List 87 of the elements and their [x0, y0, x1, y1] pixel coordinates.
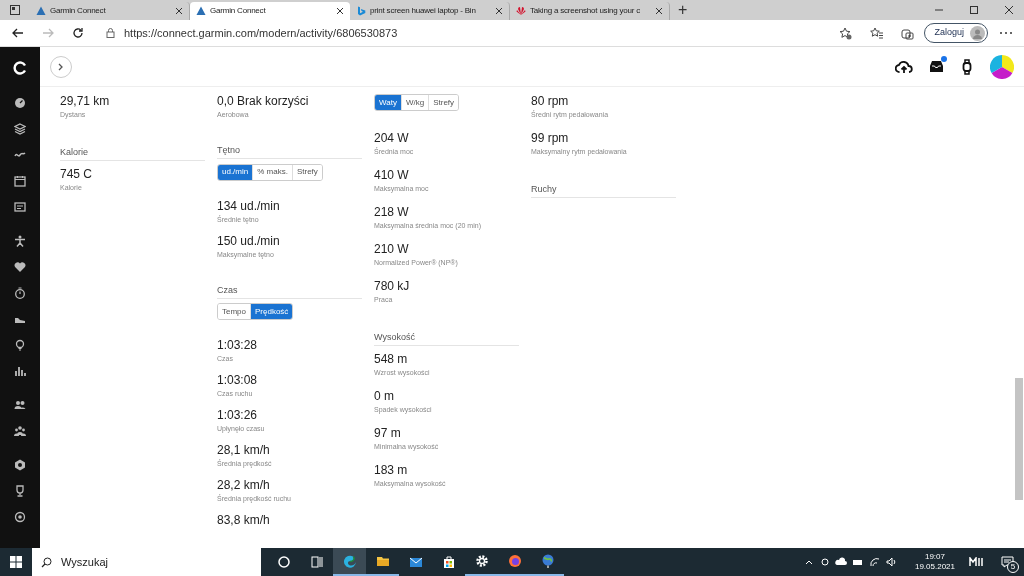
edge-icon[interactable] — [333, 548, 366, 576]
toggle-button[interactable]: Strefy — [291, 164, 322, 180]
stat-value: 204 W — [374, 131, 410, 145]
browser-tab[interactable]: Garmin Connect — [190, 2, 350, 20]
bars-icon[interactable] — [14, 365, 26, 377]
address-field[interactable]: https://connect.garmin.com/modern/activity/6806530873 — [124, 24, 398, 42]
reload-icon[interactable] — [72, 27, 84, 39]
stat-value: 29,71 km — [60, 94, 111, 108]
stat-value: 83,8 km/h — [217, 513, 271, 528]
close-icon[interactable] — [495, 7, 503, 15]
flower-icon — [516, 6, 526, 16]
stat-value: 1:03:26 — [217, 408, 259, 423]
close-icon[interactable] — [336, 7, 344, 15]
new-tab-button[interactable]: + — [670, 0, 696, 20]
section-heading: Tętno — [217, 142, 362, 159]
shield-icon[interactable] — [14, 459, 26, 471]
bing-icon — [356, 6, 366, 16]
tab-title: print screen huawei laptop - Bin — [370, 5, 477, 17]
stat-value: 210 W — [374, 242, 410, 256]
people-icon[interactable] — [14, 399, 26, 411]
search-icon — [41, 556, 52, 568]
toggle-button[interactable]: ud./min — [218, 164, 253, 180]
close-icon[interactable] — [175, 7, 183, 15]
avatar-icon[interactable] — [990, 54, 1014, 79]
stat-value: 28,2 km/h — [217, 478, 271, 493]
chevron-right-icon — [58, 62, 64, 71]
search-field[interactable]: Wyszukaj — [32, 548, 261, 576]
section-heading: Ruchy — [531, 182, 676, 198]
stat-value: 80 rpm — [531, 94, 570, 108]
stat-value: 410 W — [374, 168, 410, 182]
stat-value: 97 m — [374, 426, 402, 440]
tab-actions-icon[interactable] — [10, 5, 20, 15]
heart-icon[interactable] — [14, 261, 26, 273]
favorite-add-icon[interactable] — [839, 26, 853, 40]
group-icon[interactable] — [14, 425, 26, 437]
keyboard-icon[interactable] — [969, 557, 983, 567]
trophy-icon[interactable] — [14, 485, 26, 497]
close-icon[interactable] — [1004, 5, 1014, 15]
upload-icon[interactable] — [895, 59, 913, 74]
start-icon[interactable] — [10, 556, 22, 568]
gauge-icon[interactable] — [14, 97, 26, 109]
layers-icon[interactable] — [14, 123, 26, 135]
section-heading: Czas — [217, 282, 362, 299]
target-icon[interactable] — [14, 511, 26, 523]
stat-value: 134 ud./min — [217, 198, 281, 213]
triangle-icon — [196, 6, 206, 16]
notification-count: 5 — [1007, 561, 1019, 573]
clock-time[interactable]: 19:07 — [924, 552, 945, 562]
section-heading: Wysokość — [374, 330, 519, 346]
section-heading: Kalorie — [60, 145, 205, 161]
calendar-icon[interactable] — [14, 175, 26, 187]
clock-date[interactable]: 19.05.2021 — [914, 562, 955, 572]
stat-value: 1:03:08 — [217, 373, 259, 388]
collections-icon[interactable] — [901, 26, 915, 40]
favorites-icon[interactable] — [870, 26, 884, 40]
stopwatch-icon[interactable] — [14, 287, 26, 299]
stat-value: 0 m — [374, 389, 395, 403]
tab-title: Taking a screenshot using your c — [530, 5, 642, 17]
maximize-icon[interactable] — [969, 5, 979, 15]
stat-value: 183 m — [374, 463, 409, 477]
toggle-button[interactable]: Waty — [375, 95, 401, 110]
tab-title: Garmin Connect — [50, 5, 107, 17]
lock-icon[interactable] — [106, 28, 115, 38]
report-icon[interactable] — [14, 201, 26, 213]
stat-value: 548 m — [374, 352, 409, 366]
scrollbar[interactable] — [1015, 378, 1023, 500]
toggle-button[interactable]: Prędkość — [250, 304, 293, 320]
stat-value: 150 ud./min — [217, 233, 281, 248]
watch-icon[interactable] — [962, 58, 972, 75]
tab-title: Garmin Connect — [210, 5, 267, 17]
back-icon[interactable] — [12, 27, 24, 39]
stat-value: 99 rpm — [531, 131, 570, 145]
notifications-icon[interactable] — [1001, 556, 1014, 568]
triangle-icon — [36, 6, 46, 16]
figure-icon[interactable] — [14, 235, 26, 247]
stat-value: 780 kJ — [374, 279, 411, 293]
close-icon[interactable] — [655, 7, 663, 15]
stat-value: 0,0 Brak korzyści — [217, 94, 310, 108]
user-avatar-icon — [970, 25, 985, 41]
stat-value: 745 C — [60, 167, 94, 181]
inbox-icon[interactable] — [929, 60, 944, 73]
bulb-icon[interactable] — [14, 339, 26, 351]
stat-value: 218 W — [374, 205, 410, 219]
toggle-button[interactable]: Strefy — [428, 95, 459, 110]
logo-icon[interactable] — [13, 61, 27, 75]
stat-value: 28,1 km/h — [217, 443, 271, 458]
stat-value: 1:03:28 — [217, 338, 259, 353]
